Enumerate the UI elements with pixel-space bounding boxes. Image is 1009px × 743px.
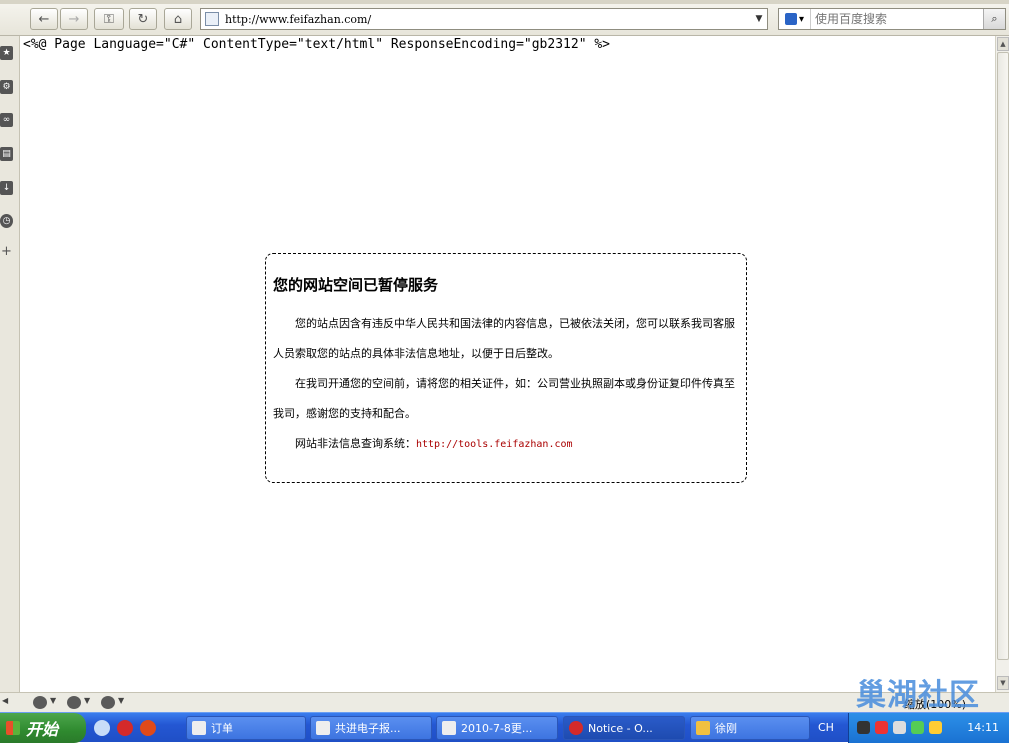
sync-icon[interactable]	[33, 696, 47, 709]
notice-paragraph-documents: 在我司开通您的空间前，请将您的相关证件，如：公司营业执照副本或身份证复印件传真至…	[273, 377, 735, 420]
task-label: 2010-7-8更...	[461, 722, 533, 735]
security-icon[interactable]	[911, 721, 924, 734]
task-button-notice[interactable]: Notice - O...	[563, 716, 685, 740]
baidu-paw-icon	[784, 13, 797, 25]
search-icon: ⌕	[991, 12, 998, 25]
opera-icon[interactable]	[117, 720, 133, 736]
search-box[interactable]: ▾ ⌕	[778, 8, 1006, 30]
clock[interactable]: 14:11	[967, 721, 999, 734]
gear-icon[interactable]: ⚙	[0, 80, 13, 94]
home-icon: ⌂	[173, 11, 183, 27]
share-icon[interactable]	[67, 696, 81, 709]
window-icon	[442, 721, 456, 735]
start-button[interactable]: 开始	[0, 713, 86, 743]
task-button-order[interactable]: 订单	[186, 716, 306, 740]
query-label: 网站非法信息查询系统：	[295, 437, 416, 450]
task-label: 订单	[211, 722, 233, 735]
search-input[interactable]	[811, 10, 983, 28]
key-button[interactable]: ⚿	[94, 8, 124, 30]
task-label: 徐刚	[715, 722, 737, 735]
start-label: 开始	[26, 720, 59, 739]
refresh-icon: ↻	[137, 11, 149, 27]
query-link[interactable]: http://tools.feifazhan.com	[416, 439, 573, 450]
scroll-down-arrow[interactable]: ▼	[997, 676, 1009, 690]
task-button-epaper[interactable]: 共进电子报...	[310, 716, 432, 740]
language-indicator[interactable]: CH	[818, 721, 834, 734]
vertical-scrollbar[interactable]: ▲ ▼	[995, 36, 1009, 692]
page-content: <%@ Page Language="C#" ContentType="text…	[21, 36, 995, 692]
address-url[interactable]: http://www.feifazhan.com/	[225, 13, 751, 26]
scroll-up-arrow[interactable]: ▲	[997, 37, 1009, 51]
ie-icon[interactable]	[94, 720, 110, 736]
home-button[interactable]: ⌂	[164, 8, 192, 30]
arrow-right-icon: →	[68, 11, 80, 27]
windows-logo-icon	[6, 721, 20, 735]
network-icon[interactable]	[893, 721, 906, 734]
opera-icon	[569, 721, 583, 735]
task-label: 共进电子报...	[335, 722, 401, 735]
key-icon: ⚿	[104, 11, 114, 27]
chevron-down-icon[interactable]: ▼	[751, 14, 767, 24]
tab-strip	[0, 0, 1009, 4]
panel-toggle-icon[interactable]: ◀	[2, 696, 8, 705]
alert-icon[interactable]	[875, 721, 888, 734]
notice-title: 您的网站空间已暂停服务	[273, 276, 439, 294]
forward-button[interactable]: →	[60, 8, 88, 30]
search-engine-selector[interactable]: ▾	[779, 9, 811, 29]
task-button-xugang[interactable]: 徐刚	[690, 716, 810, 740]
scrollbar-thumb[interactable]	[997, 52, 1009, 660]
sidebar-panel: ★ ⚙ ∞ ▤ ↓ ◷ +	[0, 36, 20, 692]
bookmark-icon[interactable]: ★	[0, 46, 13, 60]
chevron-down-icon[interactable]: ▼	[84, 696, 90, 705]
chevron-down-icon[interactable]: ▼	[118, 696, 124, 705]
aspx-directive-text: <%@ Page Language="C#" ContentType="text…	[23, 37, 610, 52]
volume-icon[interactable]	[929, 721, 942, 734]
notice-query-line: 网站非法信息查询系统：http://tools.feifazhan.com	[273, 429, 740, 460]
system-tray: 14:11	[848, 713, 1009, 743]
task-label: Notice - O...	[588, 721, 653, 735]
folder-icon	[696, 721, 710, 735]
refresh-button[interactable]: ↻	[129, 8, 157, 30]
arrow-left-icon: ←	[38, 11, 50, 27]
search-button[interactable]: ⌕	[983, 9, 1005, 29]
chevron-down-icon[interactable]: ▼	[50, 696, 56, 705]
back-button[interactable]: ←	[30, 8, 58, 30]
address-bar[interactable]: http://www.feifazhan.com/ ▼	[200, 8, 768, 30]
weibo-icon[interactable]	[140, 720, 156, 736]
user-icon[interactable]	[857, 721, 870, 734]
notes-icon[interactable]: ▤	[0, 147, 13, 161]
download-icon[interactable]: ↓	[0, 181, 13, 195]
plus-icon[interactable]: +	[0, 245, 13, 259]
chevron-down-icon: ▾	[798, 13, 805, 25]
browser-toolbar: ← → ⚿ ↻ ⌂ http://www.feifazhan.com/ ▼ ▾ …	[0, 0, 1009, 36]
link-icon[interactable]: ∞	[0, 113, 13, 127]
taskbar: 开始 订单 共进电子报... 2010-7-8更... Notice - O..…	[0, 712, 1009, 743]
suspension-notice: 您的网站空间已暂停服务 您的站点因含有违反中华人民共和国法律的内容信息，已被依法…	[265, 253, 747, 483]
notice-paragraph-contact: 您的站点因含有违反中华人民共和国法律的内容信息，已被依法关闭，您可以联系我司客服…	[273, 317, 735, 360]
page-icon	[205, 12, 219, 26]
window-icon	[316, 721, 330, 735]
globe-icon[interactable]	[101, 696, 115, 709]
clock-icon[interactable]: ◷	[0, 214, 13, 228]
task-button-update[interactable]: 2010-7-8更...	[436, 716, 558, 740]
chat-icon	[192, 721, 206, 735]
site-watermark: 巢湖社区	[856, 678, 980, 713]
